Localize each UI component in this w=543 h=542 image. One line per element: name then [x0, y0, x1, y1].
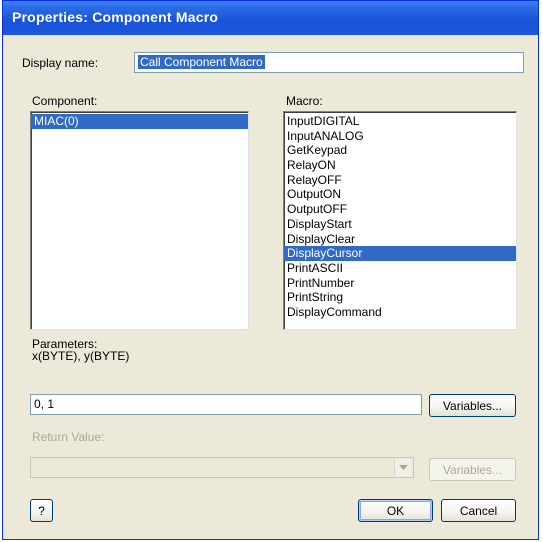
return-value-combo[interactable] — [30, 457, 414, 478]
display-name-value: Call Component Macro — [138, 55, 265, 69]
macro-list[interactable]: InputDIGITAL InputANALOG GetKeypad RelayON R… — [283, 111, 517, 330]
chevron-down-icon — [399, 464, 408, 470]
properties-dialog: Properties: Component Macro Display name… — [2, 0, 539, 540]
parameters-value: 0, 1 — [34, 397, 55, 411]
combo-dropdown-button[interactable] — [394, 459, 412, 476]
macro-list-item[interactable]: RelayON — [284, 158, 516, 173]
macro-list-item[interactable]: DisplayCommand — [284, 305, 516, 320]
component-list[interactable]: MIAC(0) — [30, 111, 249, 330]
return-value-label: Return Value: — [32, 430, 105, 444]
window-title: Properties: Component Macro — [12, 9, 219, 25]
title-bar[interactable]: Properties: Component Macro — [3, 1, 538, 35]
macro-list-item[interactable]: DisplayCursor — [284, 246, 516, 261]
macro-list-item[interactable]: OutputON — [284, 187, 516, 202]
macro-list-item[interactable]: PrintASCII — [284, 261, 516, 276]
macro-list-item[interactable]: PrintNumber — [284, 276, 516, 291]
component-list-item[interactable]: MIAC(0) — [31, 114, 248, 129]
macro-list-item[interactable]: InputANALOG — [284, 129, 516, 144]
macro-list-item[interactable]: RelayOFF — [284, 173, 516, 188]
parameters-variables-button[interactable]: Variables... — [429, 394, 516, 417]
macro-list-item[interactable]: DisplayClear — [284, 232, 516, 247]
macro-label: Macro: — [286, 94, 323, 108]
macro-list-item[interactable]: DisplayStart — [284, 217, 516, 232]
return-variables-button[interactable]: Variables... — [429, 458, 516, 481]
component-label: Component: — [32, 94, 98, 108]
macro-list-item[interactable]: PrintString — [284, 290, 516, 305]
display-name-field[interactable]: Call Component Macro — [134, 52, 524, 73]
ok-button[interactable]: OK — [358, 499, 433, 522]
macro-list-item[interactable]: GetKeypad — [284, 143, 516, 158]
display-name-label: Display name: — [22, 56, 99, 70]
macro-list-item[interactable]: InputDIGITAL — [284, 114, 516, 129]
cancel-button[interactable]: Cancel — [441, 499, 516, 522]
parameters-input[interactable]: 0, 1 — [30, 394, 422, 415]
parameters-signature: x(BYTE), y(BYTE) — [32, 349, 130, 363]
help-button[interactable]: ? — [30, 499, 53, 522]
macro-list-item[interactable]: OutputOFF — [284, 202, 516, 217]
